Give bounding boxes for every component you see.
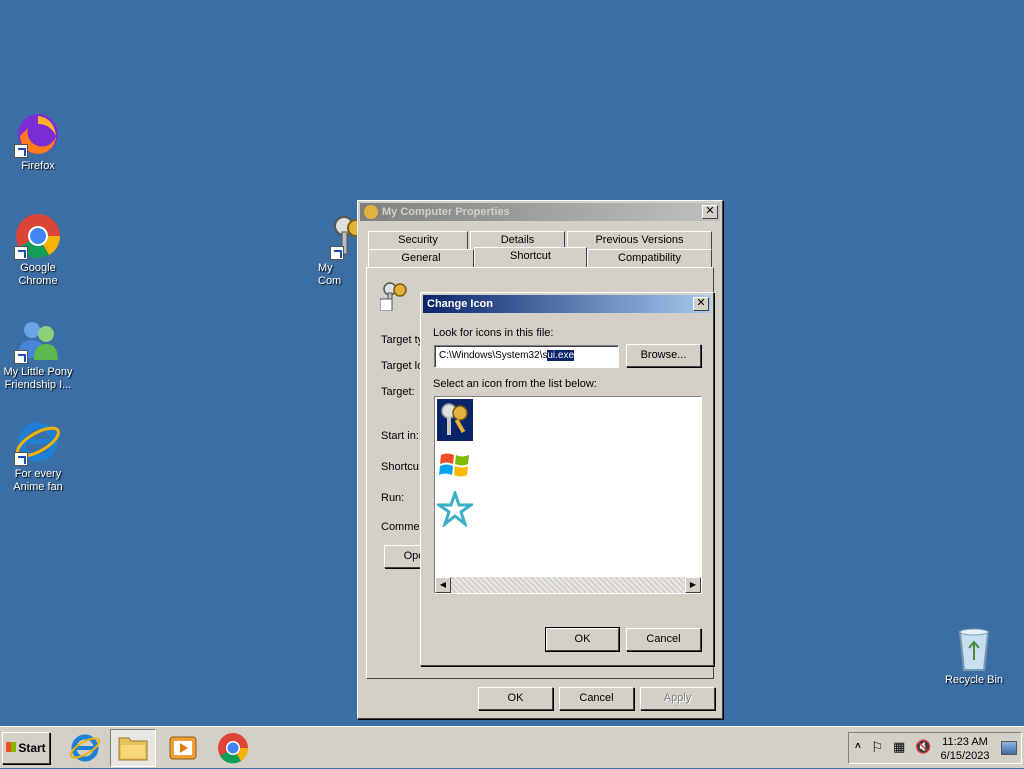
taskbar-ie-icon[interactable] xyxy=(68,731,102,765)
tab-previous-versions[interactable]: Previous Versions xyxy=(567,231,712,249)
desktop-icon-chrome[interactable]: Google Chrome xyxy=(0,212,76,288)
clock-time: 11:23 AM xyxy=(942,736,988,748)
target-type-label: Target ty xyxy=(381,334,424,346)
taskbar: Start ˄ ⚐ ▦ 🔇 11:23 AM 6/15/2023 xyxy=(0,726,1024,768)
run-label: Run: xyxy=(381,492,405,504)
windows-flag-icon[interactable] xyxy=(437,447,473,483)
ok-button[interactable]: OK xyxy=(545,627,620,652)
shortcut-keys-icon xyxy=(379,279,412,312)
desktop-icon-my-little-pony[interactable]: My Little Pony Friendship I... xyxy=(0,316,76,392)
star-icon[interactable] xyxy=(434,488,476,529)
tab-label: General xyxy=(401,252,441,264)
firefox-icon xyxy=(14,110,62,158)
tab-label: Compatibility xyxy=(618,252,681,264)
taskbar-explorer-icon[interactable] xyxy=(110,729,156,767)
users-icon xyxy=(14,316,62,364)
icon-file-path-input[interactable]: C:\Windows\System32\sui.exe xyxy=(434,345,619,368)
start-in-label: Start in: xyxy=(381,430,419,442)
button-label: Cancel xyxy=(646,633,681,645)
clock-date: 6/15/2023 xyxy=(940,750,990,762)
change-icon-title-bar[interactable]: Change Icon ✕ xyxy=(423,295,711,313)
close-button[interactable]: ✕ xyxy=(693,297,709,311)
close-button[interactable]: ✕ xyxy=(702,205,718,219)
shortcut-arrow-icon xyxy=(14,144,28,158)
look-for-icons-label: Look for icons in this file: xyxy=(433,327,554,339)
internet-explorer-icon xyxy=(14,418,62,466)
path-selected-text: ui.exe xyxy=(547,350,575,361)
desktop-icon-label: My Com xyxy=(318,262,342,287)
shortcut-arrow-icon xyxy=(14,350,28,364)
shortcut-arrow-icon xyxy=(330,246,344,260)
start-label: Start xyxy=(18,741,46,755)
recycle-bin-icon xyxy=(950,624,998,672)
button-label: Cancel xyxy=(579,692,614,704)
shortcut-arrow-icon xyxy=(14,452,28,466)
desktop-icon-my-computer[interactable]: My Com xyxy=(306,212,358,288)
tab-label: Details xyxy=(500,234,535,246)
icon-list[interactable]: ◀ ▶ xyxy=(434,396,702,594)
chrome-icon xyxy=(14,212,62,260)
shortcut-key-label: Shortcu xyxy=(381,461,419,473)
desktop-icon-label: My Little Pony Friendship I... xyxy=(3,366,73,391)
select-icon-label: Select an icon from the list below: xyxy=(433,378,597,390)
change-icon-dialog: Change Icon ✕ Look for icons in this fil… xyxy=(420,292,714,666)
tab-compatibility[interactable]: Compatibility xyxy=(587,249,712,267)
taskbar-media-player-icon[interactable] xyxy=(166,731,200,765)
tab-shortcut[interactable]: Shortcut xyxy=(474,247,587,267)
cancel-button[interactable]: Cancel xyxy=(559,687,634,710)
volume-muted-icon[interactable]: 🔇 xyxy=(915,739,931,755)
keys-icon xyxy=(364,205,378,219)
taskbar-chrome-icon[interactable] xyxy=(216,731,250,765)
windows-logo-icon xyxy=(6,742,17,752)
scroll-left-button[interactable]: ◀ xyxy=(435,577,451,593)
desktop-icon-ie[interactable]: For every Anime fan xyxy=(0,418,76,494)
button-label: OK xyxy=(507,692,524,704)
keys-icon[interactable] xyxy=(437,399,473,441)
tab-label: Previous Versions xyxy=(595,234,684,246)
clock[interactable]: 11:23 AM 6/15/2023 xyxy=(935,735,995,763)
target-label: Target: xyxy=(381,386,415,398)
properties-title-bar[interactable]: My Computer Properties ✕ xyxy=(360,203,720,221)
keys-icon xyxy=(330,212,358,260)
show-hidden-icons-button[interactable]: ˄ xyxy=(855,741,861,752)
horizontal-scrollbar[interactable]: ◀ ▶ xyxy=(435,577,701,593)
desktop-icon-label: Firefox xyxy=(21,160,55,172)
scroll-right-button[interactable]: ▶ xyxy=(685,577,701,593)
tab-security[interactable]: Security xyxy=(368,231,468,249)
desktop-icon-label: Google Chrome xyxy=(18,262,58,287)
tab-general[interactable]: General xyxy=(368,249,474,267)
apply-button[interactable]: Apply xyxy=(640,687,715,710)
tab-label: Security xyxy=(398,234,438,246)
start-button[interactable]: Start xyxy=(2,732,50,764)
button-label: Browse... xyxy=(640,349,687,361)
button-label: Apply xyxy=(663,692,692,704)
shortcut-arrow-icon xyxy=(14,246,28,260)
system-tray: ˄ ⚐ ▦ 🔇 11:23 AM 6/15/2023 xyxy=(848,732,1022,764)
button-label: OK xyxy=(574,633,591,645)
desktop-icon-firefox[interactable]: Firefox xyxy=(0,110,76,173)
path-text: C:\Windows\System32\s xyxy=(439,350,548,361)
browse-button[interactable]: Browse... xyxy=(626,344,701,367)
action-center-flag-icon[interactable]: ⚐ xyxy=(871,739,884,756)
comment-label: Commer xyxy=(381,521,424,533)
desktop-icon-label: For every Anime fan xyxy=(13,468,63,493)
desktop-icon-label: Recycle Bin xyxy=(944,674,1004,686)
desktop-icon-recycle-bin[interactable]: Recycle Bin xyxy=(936,624,1012,687)
network-icon[interactable]: ▦ xyxy=(893,739,905,755)
tab-label: Shortcut xyxy=(510,250,551,262)
dialog-title: Change Icon xyxy=(427,298,494,310)
target-location-label: Target lo xyxy=(381,360,424,372)
cancel-button[interactable]: Cancel xyxy=(626,628,701,651)
ok-button[interactable]: OK xyxy=(478,687,553,710)
show-desktop-icon[interactable] xyxy=(1001,741,1017,755)
window-title: My Computer Properties xyxy=(382,206,510,218)
